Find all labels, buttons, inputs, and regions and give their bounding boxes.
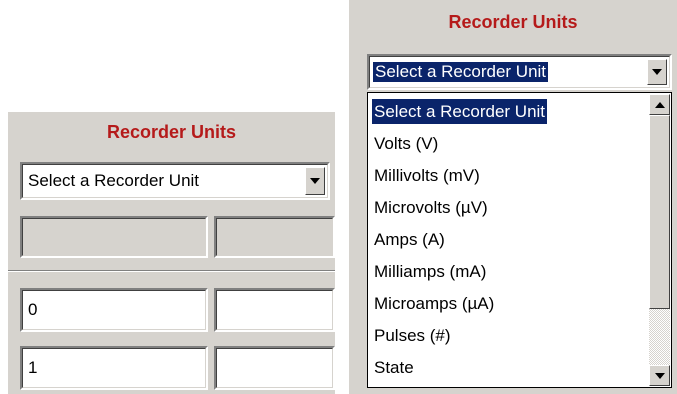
- scroll-down-button[interactable]: [649, 365, 670, 386]
- option-milliamps[interactable]: Milliamps (mA): [374, 259, 486, 284]
- option-volts[interactable]: Volts (V): [374, 131, 438, 156]
- option-microamps[interactable]: Microamps (µA): [374, 291, 494, 316]
- disabled-field-left: [20, 216, 208, 258]
- option-pulses[interactable]: Pulses (#): [374, 323, 451, 348]
- right-select-value: Select a Recorder Unit: [373, 62, 549, 82]
- left-select-value: Select a Recorder Unit: [28, 171, 200, 190]
- scrollbar-thumb[interactable]: [649, 115, 670, 309]
- option-select-a-recorder-unit[interactable]: Select a Recorder Unit: [372, 99, 548, 124]
- option-millivolts[interactable]: Millivolts (mV): [374, 163, 480, 188]
- option-state[interactable]: State: [374, 355, 414, 380]
- scroll-down-icon: [654, 372, 665, 379]
- value-field-0-right[interactable]: [214, 288, 335, 332]
- section-divider: [8, 270, 335, 272]
- right-panel-title: Recorder Units: [448, 12, 578, 32]
- left-select-dropdown-button[interactable]: [305, 167, 325, 195]
- recorder-unit-options-list[interactable]: Select a Recorder Unit Volts (V) Millivo…: [367, 92, 672, 388]
- value-field-1-left-text: 1: [28, 358, 38, 377]
- option-microvolts[interactable]: Microvolts (µV): [374, 195, 488, 220]
- left-recorder-unit-select[interactable]: Select a Recorder Unit: [20, 162, 330, 200]
- left-recorder-panel: Recorder Units Select a Recorder Unit 0 …: [8, 112, 335, 394]
- chevron-down-icon: [652, 69, 662, 75]
- value-field-1-left[interactable]: 1: [20, 346, 208, 390]
- chevron-down-icon: [310, 178, 320, 184]
- value-field-1-right[interactable]: [214, 346, 335, 390]
- scroll-up-icon: [654, 101, 665, 108]
- left-panel-title: Recorder Units: [106, 122, 237, 142]
- options-scrollbar[interactable]: [649, 94, 670, 386]
- scrollbar-track[interactable]: [649, 309, 670, 365]
- option-amps[interactable]: Amps (A): [374, 227, 445, 252]
- disabled-field-right: [214, 216, 335, 258]
- scroll-up-button[interactable]: [649, 94, 670, 115]
- right-select-dropdown-button[interactable]: [647, 59, 667, 85]
- value-field-0-left[interactable]: 0: [20, 288, 208, 332]
- value-field-0-left-text: 0: [28, 300, 38, 319]
- right-recorder-unit-select[interactable]: Select a Recorder Unit: [367, 54, 672, 90]
- right-recorder-panel: Recorder Units Select a Recorder Unit Se…: [349, 0, 677, 394]
